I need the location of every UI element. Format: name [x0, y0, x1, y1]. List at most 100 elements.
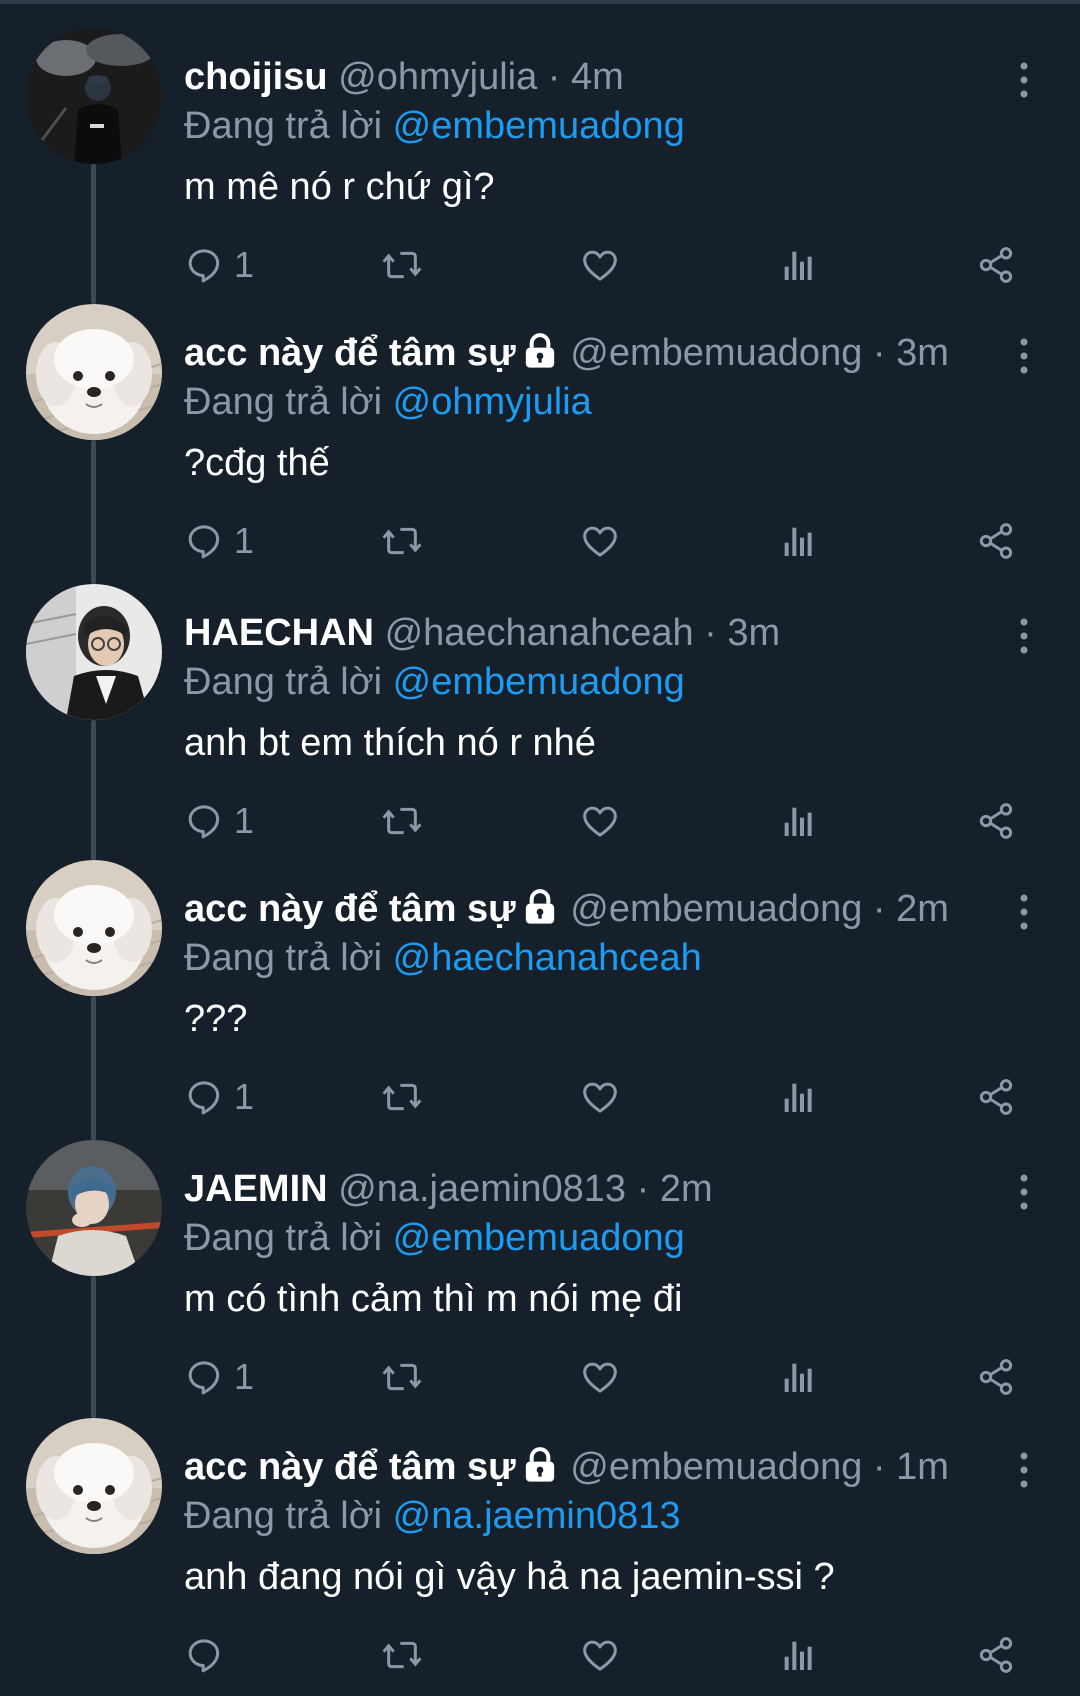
tweet-card[interactable]: choijisu @ohmyjulia · 4m Đang trả lời @em… — [0, 28, 1080, 306]
mention-link[interactable]: @embemuadong — [393, 105, 685, 147]
replying-to-line: Đang trả lời @ohmyjulia — [184, 378, 592, 426]
like-icon — [580, 245, 620, 285]
display-name[interactable]: JAEMIN — [184, 1168, 328, 1210]
more-options-icon[interactable] — [1012, 614, 1036, 658]
user-handle[interactable]: @ohmyjulia — [338, 56, 537, 98]
tweet-card[interactable]: acc này để tâm sự @embemuadong · 2m Đang … — [0, 860, 1080, 1138]
tweet-card[interactable]: acc này để tâm sự @embemuadong · 3m Đang … — [0, 304, 1080, 582]
reply-button[interactable]: 1 — [184, 796, 254, 846]
mention-link[interactable]: @na.jaemin0813 — [393, 1495, 681, 1537]
more-options-icon[interactable] — [1012, 1448, 1036, 1492]
display-name[interactable]: acc này để tâm sự — [184, 888, 516, 930]
more-options-icon[interactable] — [1012, 1170, 1036, 1214]
display-name[interactable]: acc này để tâm sự — [184, 1446, 516, 1488]
share-button[interactable] — [976, 796, 1016, 846]
analytics-button[interactable] — [780, 516, 816, 566]
reply-button[interactable]: 1 — [184, 240, 254, 290]
tweet-text: ?cđg thế — [184, 442, 330, 484]
retweet-button[interactable] — [380, 1072, 424, 1122]
tweet-card[interactable]: JAEMIN @na.jaemin0813 · 2m Đang trả lời @… — [0, 1140, 1080, 1418]
timestamp[interactable]: 2m — [896, 888, 949, 930]
reply-button[interactable]: 1 — [184, 1352, 254, 1402]
display-name[interactable]: HAECHAN — [184, 612, 374, 654]
share-button[interactable] — [976, 516, 1016, 566]
tweet-header: choijisu @ohmyjulia · 4m — [184, 52, 984, 102]
user-handle[interactable]: @na.jaemin0813 — [338, 1168, 626, 1210]
analytics-icon — [780, 245, 816, 285]
tweet-text: m có tình cảm thì m nói mẹ đi — [184, 1278, 683, 1320]
user-handle[interactable]: @embemuadong — [570, 1446, 862, 1488]
analytics-icon — [780, 1357, 816, 1397]
retweet-button[interactable] — [380, 516, 424, 566]
retweet-icon — [380, 1357, 424, 1397]
replying-to-label: Đang trả lời — [184, 937, 383, 979]
like-icon — [580, 1357, 620, 1397]
replying-to-label: Đang trả lời — [184, 105, 383, 147]
reply-count: 1 — [234, 800, 255, 841]
timestamp[interactable]: 1m — [896, 1446, 949, 1488]
like-button[interactable] — [580, 516, 620, 566]
share-icon — [976, 245, 1016, 285]
separator-dot: · — [872, 332, 886, 374]
reply-icon — [184, 801, 224, 841]
like-button[interactable] — [580, 240, 620, 290]
separator-dot: · — [547, 56, 561, 98]
user-handle[interactable]: @haechanahceah — [385, 612, 694, 654]
tweet-card[interactable]: HAECHAN @haechanahceah · 3m Đang trả lời … — [0, 584, 1080, 862]
replying-to-line: Đang trả lời @embemuadong — [184, 1214, 685, 1262]
retweet-button[interactable] — [380, 1352, 424, 1402]
tweet-actions: 1 — [184, 1352, 1034, 1402]
avatar[interactable] — [26, 1418, 162, 1554]
mention-link[interactable]: @haechanahceah — [393, 937, 702, 979]
more-options-icon[interactable] — [1012, 334, 1036, 378]
tweet-header: JAEMIN @na.jaemin0813 · 2m — [184, 1164, 984, 1214]
more-options-icon[interactable] — [1012, 58, 1036, 102]
share-button[interactable] — [976, 240, 1016, 290]
mention-link[interactable]: @ohmyjulia — [393, 381, 592, 423]
analytics-icon — [780, 1077, 816, 1117]
like-icon — [580, 801, 620, 841]
mention-link[interactable]: @embemuadong — [393, 1217, 685, 1259]
tweet-actions: 1 — [184, 796, 1034, 846]
display-name[interactable]: acc này để tâm sự — [184, 332, 516, 374]
analytics-button[interactable] — [780, 1072, 816, 1122]
avatar[interactable] — [26, 860, 162, 996]
timestamp[interactable]: 2m — [660, 1168, 713, 1210]
share-button[interactable] — [976, 1072, 1016, 1122]
timestamp[interactable]: 4m — [571, 56, 624, 98]
like-button[interactable] — [580, 1072, 620, 1122]
avatar[interactable] — [26, 304, 162, 440]
reply-count: 1 — [234, 520, 255, 561]
more-options-icon[interactable] — [1012, 890, 1036, 934]
like-button[interactable] — [580, 1352, 620, 1402]
tweet-actions: 1 — [184, 516, 1034, 566]
retweet-button[interactable] — [380, 240, 424, 290]
like-button[interactable] — [580, 796, 620, 846]
mention-link[interactable]: @embemuadong — [393, 661, 685, 703]
analytics-button[interactable] — [780, 1352, 816, 1402]
analytics-icon — [780, 521, 816, 561]
like-icon — [580, 1077, 620, 1117]
avatar[interactable] — [26, 1140, 162, 1276]
tweet-actions: 1 — [184, 1072, 1034, 1122]
display-name[interactable]: choijisu — [184, 56, 328, 98]
avatar[interactable] — [26, 584, 162, 720]
timestamp[interactable]: 3m — [727, 612, 780, 654]
reply-icon — [184, 1635, 224, 1675]
reply-button[interactable]: 1 — [184, 1072, 254, 1122]
timestamp[interactable]: 3m — [896, 332, 949, 374]
like-icon — [580, 1635, 620, 1675]
avatar[interactable] — [26, 28, 162, 164]
retweet-button[interactable] — [380, 796, 424, 846]
tweet-text: ??? — [184, 998, 248, 1040]
retweet-icon — [380, 521, 424, 561]
reply-icon — [184, 1357, 224, 1397]
tweet-card[interactable]: acc này để tâm sự @embemuadong · 1m Đang … — [0, 1418, 1080, 1696]
reply-count: 1 — [234, 244, 255, 285]
analytics-button[interactable] — [780, 796, 816, 846]
share-button[interactable] — [976, 1352, 1016, 1402]
user-handle[interactable]: @embemuadong — [570, 332, 862, 374]
user-handle[interactable]: @embemuadong — [570, 888, 862, 930]
reply-button[interactable]: 1 — [184, 516, 254, 566]
analytics-button[interactable] — [780, 240, 816, 290]
